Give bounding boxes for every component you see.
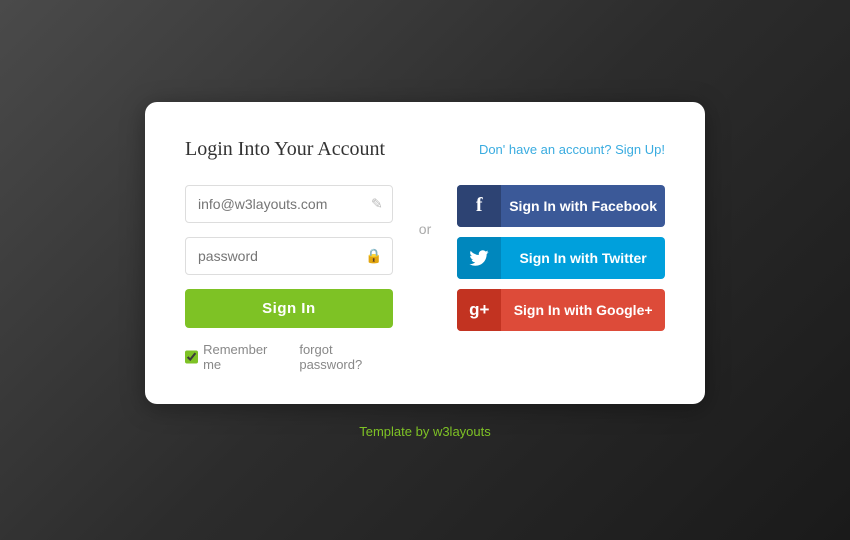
remember-checkbox[interactable] [185,350,198,364]
signup-link[interactable]: Don' have an account? Sign Up! [479,142,665,157]
footer: Template by w3layouts [359,424,491,439]
remember-row: Remember me forgot password? [185,342,393,372]
right-panel: f Sign In with Facebook Sign In with Twi… [457,185,665,331]
password-input[interactable] [185,237,393,275]
google-signin-button[interactable]: g+ Sign In with Google+ [457,289,665,331]
email-input[interactable] [185,185,393,223]
password-input-wrapper: 🔒 [185,237,393,275]
email-icon: ✎ [371,195,383,212]
twitter-signin-button[interactable]: Sign In with Twitter [457,237,665,279]
signin-button[interactable]: Sign In [185,289,393,328]
google-icon: g+ [457,289,501,331]
footer-brand: w3layouts [433,424,491,439]
email-input-wrapper: ✎ [185,185,393,223]
google-signin-label: Sign In with Google+ [501,302,665,318]
forgot-password-link[interactable]: forgot password? [299,342,392,372]
login-card: Login Into Your Account Don' have an acc… [145,102,705,404]
facebook-icon: f [457,185,501,227]
lock-icon: 🔒 [365,247,382,264]
facebook-signin-button[interactable]: f Sign In with Facebook [457,185,665,227]
footer-prefix: Template by [359,424,433,439]
or-divider: or [417,185,433,237]
remember-text: Remember me [203,342,283,372]
twitter-signin-label: Sign In with Twitter [501,250,665,266]
card-body: ✎ 🔒 Sign In Remember me forgot password?… [185,185,665,372]
twitter-icon [457,237,501,279]
card-title: Login Into Your Account [185,138,385,161]
left-panel: ✎ 🔒 Sign In Remember me forgot password? [185,185,393,372]
facebook-signin-label: Sign In with Facebook [501,198,665,214]
remember-label[interactable]: Remember me [185,342,283,372]
card-header: Login Into Your Account Don' have an acc… [185,138,665,161]
